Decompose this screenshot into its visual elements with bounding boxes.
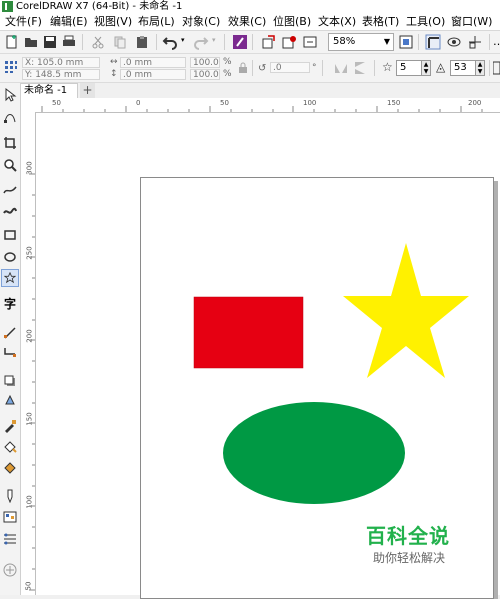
ruler-ticks: [41, 106, 483, 112]
object-origin-icon[interactable]: [4, 60, 18, 74]
percent-label-w: %: [223, 57, 232, 67]
star-sharpness-spinner[interactable]: ▲ ▼: [475, 60, 485, 76]
cut-icon[interactable]: [90, 34, 106, 50]
rotation-icon: ↺: [258, 63, 267, 74]
color-eyedropper-icon[interactable]: [3, 419, 17, 433]
percent-label-h: %: [223, 69, 232, 79]
y-position-field[interactable]: Y: 148.5 mm: [22, 69, 100, 80]
scale-width-field[interactable]: 100.0: [190, 57, 220, 68]
outline-pen-icon[interactable]: [3, 489, 17, 503]
outline-icon[interactable]: [493, 61, 500, 75]
show-rulers-icon[interactable]: [425, 34, 441, 50]
watermark-title: 百科全说: [366, 524, 450, 548]
ellipse-tool-icon[interactable]: [3, 250, 17, 264]
star-tool-icon: [4, 272, 16, 284]
mirror-horizontal-icon[interactable]: [334, 61, 348, 75]
copy-icon[interactable]: [112, 34, 128, 50]
text-tool-icon[interactable]: 字: [4, 295, 16, 312]
polygon-tool-active[interactable]: [1, 269, 19, 287]
print-icon[interactable]: [61, 34, 77, 50]
menu-window[interactable]: 窗口(W): [451, 13, 492, 30]
menu-object[interactable]: 对象(C): [182, 13, 220, 30]
star-sharpness-icon: ◬: [436, 60, 446, 74]
star-points-field[interactable]: 5: [396, 60, 422, 76]
open-icon[interactable]: [23, 34, 39, 50]
toolbox: 字: [0, 83, 21, 595]
menu-text[interactable]: 文本(X): [318, 13, 356, 30]
new-document-icon[interactable]: [4, 34, 20, 50]
ruler-ticks: [29, 173, 35, 591]
undo-dropdown-icon[interactable]: ▾: [181, 36, 185, 44]
pick-tool-icon[interactable]: [3, 88, 17, 102]
export-icon[interactable]: [260, 34, 276, 50]
width-field[interactable]: .0 mm: [120, 57, 186, 68]
menu-file[interactable]: 文件(F): [5, 13, 42, 30]
save-icon[interactable]: [42, 34, 58, 50]
view-manager-icon[interactable]: [446, 34, 462, 50]
watermark-subtitle: 助你轻松解决: [373, 551, 446, 565]
menu-table[interactable]: 表格(T): [362, 13, 399, 30]
menu-layout[interactable]: 布局(L): [138, 13, 175, 30]
x-position-field[interactable]: X: 105.0 mm: [22, 57, 100, 68]
menu-view[interactable]: 视图(V): [94, 13, 132, 30]
lock-ratio-icon[interactable]: [238, 62, 248, 74]
customize-add-icon[interactable]: [3, 563, 17, 577]
height-icon: ↕: [110, 69, 118, 79]
parallel-dimension-icon[interactable]: [3, 326, 17, 340]
standard-toolbar: ▾ ▾ 58% ▼ …: [0, 31, 500, 54]
import-icon[interactable]: [232, 34, 248, 50]
horizontal-ruler[interactable]: 50 0 50 100 150 200: [21, 98, 500, 113]
artistic-media-icon[interactable]: [3, 204, 17, 218]
rectangle-tool-icon[interactable]: [3, 228, 17, 242]
document-tab-bar: 未命名 -1 +: [0, 83, 500, 98]
snap-to-icon[interactable]: [467, 34, 483, 50]
tab-document[interactable]: 未命名 -1: [20, 83, 78, 98]
color-palette-icon[interactable]: [3, 510, 17, 524]
add-tab-button[interactable]: +: [80, 83, 95, 98]
object-manager-icon[interactable]: [3, 532, 17, 546]
shape-tool-icon[interactable]: [3, 110, 17, 124]
zoom-tool-icon[interactable]: [3, 158, 17, 172]
star-points-icon: ☆: [382, 60, 393, 74]
connector-tool-icon[interactable]: [3, 346, 17, 360]
menu-bar: 文件(F) 编辑(E) 视图(V) 布局(L) 对象(C) 效果(C) 位图(B…: [0, 13, 500, 31]
star-points-spinner[interactable]: ▲ ▼: [421, 60, 431, 76]
width-icon: ↔: [110, 57, 118, 67]
undo-icon[interactable]: [162, 34, 178, 50]
publish-pdf-icon[interactable]: [281, 34, 297, 50]
menu-bitmaps[interactable]: 位图(B): [273, 13, 311, 30]
interactive-fill-icon[interactable]: [3, 439, 17, 453]
scale-height-field[interactable]: 100.0: [190, 69, 220, 80]
property-bar: X: 105.0 mm Y: 148.5 mm ↔ ↕ .0 mm .0 mm …: [0, 54, 500, 83]
transparency-tool-icon[interactable]: [3, 393, 17, 407]
window-title: CorelDRAW X7 (64-Bit) - 未命名 -1: [16, 1, 183, 12]
drop-shadow-icon[interactable]: [3, 374, 17, 388]
chevron-down-icon: ▼: [383, 37, 390, 46]
coreldraw-logo-icon: [2, 1, 13, 12]
redo-dropdown-icon[interactable]: ▾: [212, 36, 216, 44]
height-field[interactable]: .0 mm: [120, 69, 186, 80]
full-screen-preview-icon[interactable]: [398, 34, 414, 50]
star-sharpness-field[interactable]: 53: [450, 60, 476, 76]
redo-icon[interactable]: [193, 34, 209, 50]
menu-effects[interactable]: 效果(C): [228, 13, 266, 30]
mirror-vertical-icon[interactable]: [353, 61, 367, 75]
vertical-ruler[interactable]: 300 250 200 150 100 50: [21, 112, 36, 595]
more-toolbar-icon[interactable]: …: [493, 35, 500, 48]
freehand-tool-icon[interactable]: [3, 183, 17, 197]
launcher-icon[interactable]: [302, 34, 318, 50]
title-bar: CorelDRAW X7 (64-Bit) - 未命名 -1: [0, 0, 500, 13]
degree-icon: °: [312, 63, 317, 73]
rotation-field[interactable]: .0: [270, 62, 310, 73]
paste-icon[interactable]: [134, 34, 150, 50]
zoom-level-value: 58%: [333, 36, 356, 47]
crop-tool-icon[interactable]: [3, 136, 17, 150]
menu-tools[interactable]: 工具(O): [406, 13, 445, 30]
zoom-level-select[interactable]: 58% ▼: [328, 33, 394, 51]
smart-fill-icon[interactable]: [3, 460, 17, 474]
menu-edit[interactable]: 编辑(E): [50, 13, 88, 30]
